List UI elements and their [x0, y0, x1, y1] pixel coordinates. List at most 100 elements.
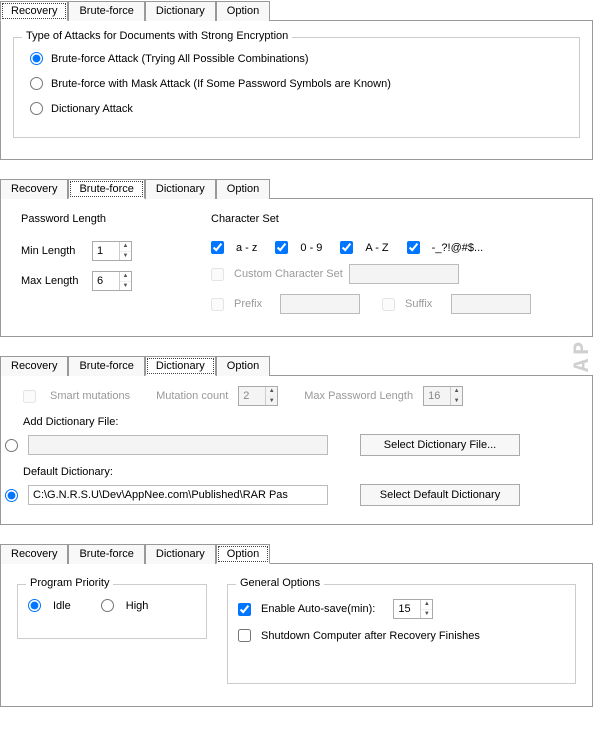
tab-bruteforce[interactable]: Brute-force	[68, 179, 144, 199]
radio-add-dictionary[interactable]	[5, 439, 18, 452]
radio-mask[interactable]	[30, 77, 43, 90]
check-09[interactable]	[275, 241, 288, 254]
general-options-title: General Options	[236, 577, 324, 589]
suffix-input	[451, 294, 531, 314]
max-pwd-length-spinner: ▲▼	[423, 386, 463, 406]
check-symbols-label: -_?!@#$...	[432, 242, 484, 254]
min-length-spinner[interactable]: ▲▼	[92, 241, 132, 261]
tab-option[interactable]: Option	[216, 544, 270, 564]
panel-option: Recovery Brute-force Dictionary Option P…	[0, 543, 593, 707]
tab-dictionary[interactable]: Dictionary	[145, 1, 216, 21]
min-length-label: Min Length	[21, 245, 86, 257]
check-autosave[interactable]	[238, 603, 251, 616]
tab-bruteforce[interactable]: Brute-force	[68, 544, 144, 564]
radio-idle[interactable]	[28, 599, 41, 612]
radio-high-label: High	[126, 600, 149, 612]
spinner-up-icon[interactable]: ▲	[120, 272, 131, 282]
check-az-label: a - z	[236, 242, 257, 254]
radio-dictionary-label: Dictionary Attack	[51, 103, 133, 115]
tab-content-bruteforce: Password Length Min Length ▲▼ Max Length…	[0, 198, 593, 337]
check-az[interactable]	[211, 241, 224, 254]
check-symbols[interactable]	[407, 241, 420, 254]
tab-recovery[interactable]: Recovery	[0, 179, 68, 199]
tab-recovery[interactable]: Recovery	[0, 544, 68, 564]
radio-idle-label: Idle	[53, 600, 71, 612]
mutation-count-label: Mutation count	[156, 390, 228, 402]
select-dictionary-file-button[interactable]: Select Dictionary File...	[360, 434, 520, 456]
spinner-down-icon[interactable]: ▼	[421, 610, 432, 619]
tab-row: Recovery Brute-force Dictionary Option	[0, 178, 593, 198]
select-default-dictionary-button[interactable]: Select Default Dictionary	[360, 484, 520, 506]
spinner-up-icon: ▲	[451, 387, 462, 397]
radio-high[interactable]	[101, 599, 114, 612]
check-smart-mutations	[23, 390, 36, 403]
tab-content-option: Program Priority Idle High General Optio…	[0, 563, 593, 707]
radio-dictionary[interactable]	[30, 102, 43, 115]
tab-dictionary[interactable]: Dictionary	[145, 544, 216, 564]
tab-dictionary[interactable]: Dictionary	[145, 179, 216, 199]
radio-bruteforce[interactable]	[30, 52, 43, 65]
radio-mask-label: Brute-force with Mask Attack (If Some Pa…	[51, 78, 391, 90]
suffix-label: Suffix	[405, 298, 445, 310]
autosave-input[interactable]	[394, 600, 420, 618]
tab-content-dictionary: Smart mutations Mutation count ▲▼ Max Pa…	[0, 375, 593, 525]
tab-bruteforce[interactable]: Brute-force	[68, 356, 144, 376]
mutation-count-input	[239, 387, 265, 405]
tab-recovery[interactable]: Recovery	[0, 356, 68, 376]
spinner-up-icon[interactable]: ▲	[421, 600, 432, 610]
max-pwd-length-label: Max Password Length	[304, 390, 413, 402]
spinner-up-icon: ▲	[266, 387, 277, 397]
spinner-down-icon: ▼	[266, 397, 277, 406]
check-custom-charset	[211, 268, 224, 281]
max-pwd-length-input	[424, 387, 450, 405]
check-AZ-label: A - Z	[365, 242, 388, 254]
max-length-input[interactable]	[93, 272, 119, 290]
attack-type-group: Type of Attacks for Documents with Stron…	[13, 37, 580, 138]
tab-row: Recovery Brute-force Dictionary Option	[0, 0, 593, 20]
add-dictionary-path	[28, 435, 328, 455]
check-AZ[interactable]	[340, 241, 353, 254]
mutation-count-spinner: ▲▼	[238, 386, 278, 406]
spinner-down-icon: ▼	[451, 397, 462, 406]
general-options-group: General Options Enable Auto-save(min): ▲…	[227, 584, 576, 684]
charset-title: Character Set	[211, 213, 572, 225]
radio-default-dictionary[interactable]	[5, 489, 18, 502]
tab-option[interactable]: Option	[216, 179, 270, 199]
tab-recovery[interactable]: Recovery	[0, 1, 68, 21]
max-length-spinner[interactable]: ▲▼	[92, 271, 132, 291]
autosave-label: Enable Auto-save(min):	[261, 603, 375, 615]
max-length-label: Max Length	[21, 275, 86, 287]
default-dictionary-path[interactable]	[28, 485, 328, 505]
min-length-input[interactable]	[93, 242, 119, 260]
check-suffix	[382, 298, 395, 311]
smart-mutations-label: Smart mutations	[50, 390, 130, 402]
radio-bruteforce-label: Brute-force Attack (Trying All Possible …	[51, 53, 309, 65]
prefix-label: Prefix	[234, 298, 274, 310]
prefix-input	[280, 294, 360, 314]
add-dictionary-label: Add Dictionary File:	[23, 416, 580, 428]
custom-charset-input	[349, 264, 459, 284]
panel-recovery: Recovery Brute-force Dictionary Option T…	[0, 0, 593, 160]
spinner-down-icon[interactable]: ▼	[120, 252, 131, 261]
tab-dictionary[interactable]: Dictionary	[145, 356, 216, 376]
password-length-title: Password Length	[21, 213, 171, 225]
custom-charset-label: Custom Character Set	[234, 268, 343, 280]
panel-dictionary: Recovery Brute-force Dictionary Option S…	[0, 355, 593, 525]
priority-title: Program Priority	[26, 577, 113, 589]
spinner-up-icon[interactable]: ▲	[120, 242, 131, 252]
check-shutdown[interactable]	[238, 629, 251, 642]
autosave-spinner[interactable]: ▲▼	[393, 599, 433, 619]
priority-group: Program Priority Idle High	[17, 584, 207, 639]
default-dictionary-label: Default Dictionary:	[23, 466, 580, 478]
tab-content-recovery: Type of Attacks for Documents with Stron…	[0, 20, 593, 160]
check-09-label: 0 - 9	[300, 242, 322, 254]
shutdown-label: Shutdown Computer after Recovery Finishe…	[261, 630, 480, 642]
spinner-down-icon[interactable]: ▼	[120, 282, 131, 291]
panel-bruteforce: Recovery Brute-force Dictionary Option P…	[0, 178, 593, 337]
check-prefix	[211, 298, 224, 311]
tab-option[interactable]: Option	[216, 1, 270, 21]
tab-option[interactable]: Option	[216, 356, 270, 376]
tab-row: Recovery Brute-force Dictionary Option	[0, 355, 593, 375]
attack-type-title: Type of Attacks for Documents with Stron…	[22, 30, 292, 42]
tab-bruteforce[interactable]: Brute-force	[68, 1, 144, 21]
